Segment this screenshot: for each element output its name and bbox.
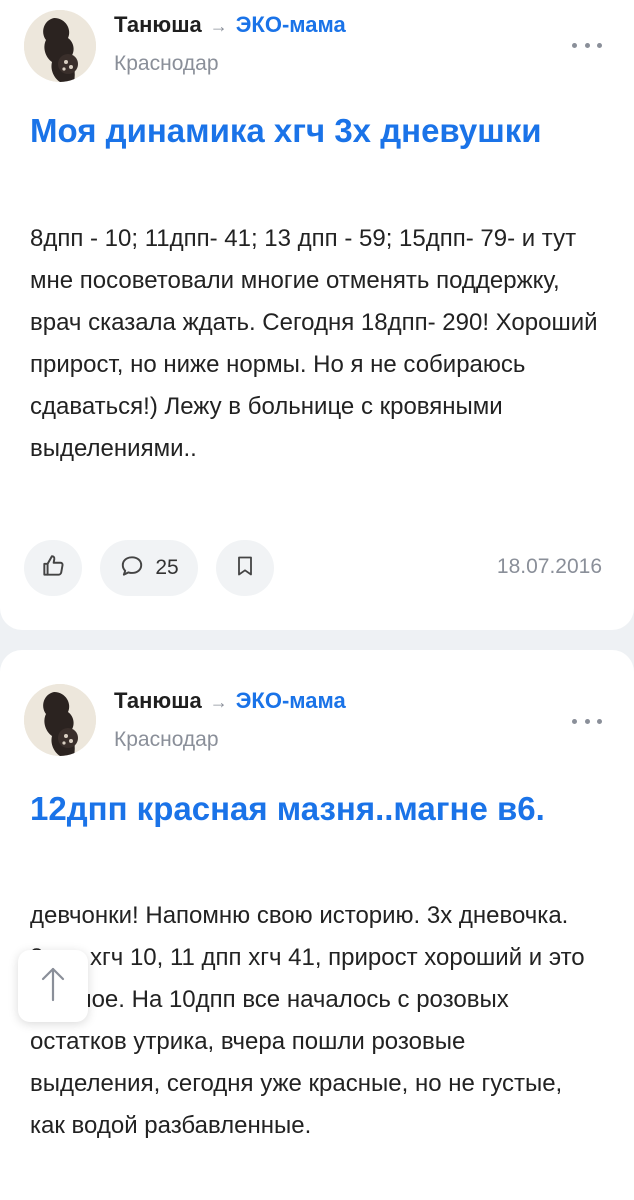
more-dots-icon[interactable] — [572, 716, 602, 726]
bookmark-button[interactable] — [216, 540, 274, 596]
community-link[interactable]: ЭКО-мама — [236, 688, 346, 713]
comments-count: 25 — [155, 556, 179, 579]
scroll-to-top-button[interactable] — [18, 950, 88, 1022]
more-dots-icon[interactable] — [572, 40, 602, 50]
author-name[interactable]: Танюша — [114, 12, 202, 37]
avatar[interactable] — [24, 684, 96, 756]
post-date: 18.07.2016 — [496, 555, 602, 578]
arrow-separator: → — [209, 16, 228, 36]
arrow-up-icon — [38, 964, 68, 1009]
author-city: Краснодар — [114, 728, 219, 751]
bookmark-icon — [233, 553, 257, 584]
author-city: Краснодар — [114, 52, 219, 75]
comment-icon — [119, 553, 145, 584]
like-button[interactable] — [24, 540, 82, 596]
post-body: 8дпп - 10; 11дпп- 41; 13 дпп - 59; 15дпп… — [30, 225, 598, 462]
thumbs-up-icon — [40, 553, 66, 584]
community-link[interactable]: ЭКО-мама — [236, 12, 346, 37]
post-title[interactable]: Моя динамика хгч 3х дневушки — [30, 108, 594, 154]
avatar[interactable] — [24, 10, 96, 82]
post-card: Танюша → ЭКО-мама Краснодар 12дпп красная … — [0, 650, 634, 1200]
post-title[interactable]: 12дпп красная мазня..магне в6. — [30, 786, 594, 832]
author-line: Танюша → ЭКО-мама — [114, 12, 346, 38]
post-card: Танюша → ЭКО-мама Краснодар Моя динамика х… — [0, 0, 634, 630]
author-line: Танюша → ЭКО-мама — [114, 688, 346, 714]
author-name[interactable]: Танюша — [114, 688, 202, 713]
arrow-separator: → — [209, 692, 228, 712]
post-body: девчонки! Напомню свою историю. 3х днево… — [30, 902, 585, 1139]
comments-button[interactable]: 25 — [100, 540, 198, 596]
